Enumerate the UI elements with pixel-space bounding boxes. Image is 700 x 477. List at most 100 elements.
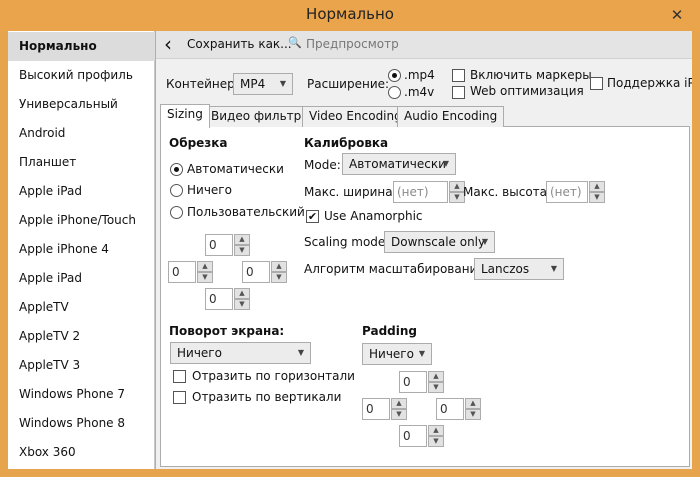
- preset-item[interactable]: Универсальный: [8, 90, 155, 119]
- markers-checkbox[interactable]: [452, 69, 465, 82]
- padding-select[interactable]: Ничего ▼: [362, 343, 432, 365]
- crop-auto-radio[interactable]: [170, 163, 183, 176]
- chevron-down-icon: ▼: [297, 348, 304, 357]
- chevron-down-icon: ▼: [442, 159, 449, 168]
- mode-label: Mode:: [304, 158, 341, 172]
- scaling-mode-value: Downscale only: [391, 235, 486, 249]
- tab-sizing[interactable]: Sizing: [160, 104, 210, 128]
- up-arrow-icon[interactable]: ▲: [271, 261, 287, 272]
- crop-left-value: 0: [172, 265, 180, 279]
- crop-top-value: 0: [209, 238, 217, 252]
- crop-title: Обрезка: [169, 136, 228, 150]
- crop-left-stepper[interactable]: 0 ▲ ▼: [168, 261, 213, 283]
- tab-video-encoding[interactable]: Video Encoding: [302, 106, 409, 127]
- preset-item[interactable]: Планшет: [8, 148, 155, 177]
- max-height-stepper[interactable]: (нет) ▲ ▼: [546, 181, 605, 203]
- crop-custom-radio[interactable]: [170, 206, 183, 219]
- back-icon[interactable]: ‹: [164, 31, 172, 57]
- preset-item[interactable]: Apple iPad: [8, 264, 155, 293]
- toolbar: ‹ Сохранить как... 🔍 Предпросмотр: [156, 31, 692, 59]
- flip-horizontal-checkbox[interactable]: [173, 370, 186, 383]
- preset-item[interactable]: Apple iPhone 4: [8, 235, 155, 264]
- preset-item[interactable]: Нормально: [8, 32, 155, 61]
- scaling-mode-select[interactable]: Downscale only ▼: [384, 231, 495, 253]
- padding-left-stepper[interactable]: 0 ▲ ▼: [362, 398, 407, 420]
- preset-item[interactable]: Apple iPhone/Touch: [8, 206, 155, 235]
- container-label: Контейнер:: [166, 77, 239, 91]
- tab-video-filters[interactable]: Видео фильтры: [204, 106, 318, 127]
- container-value: MP4: [240, 77, 266, 91]
- up-arrow-icon[interactable]: ▲: [465, 398, 481, 409]
- down-arrow-icon[interactable]: ▼: [428, 382, 444, 393]
- preset-item[interactable]: Высокий профиль: [8, 61, 155, 90]
- max-width-stepper[interactable]: (нет) ▲ ▼: [393, 181, 465, 203]
- padding-right-value: 0: [440, 402, 448, 416]
- crop-bottom-value: 0: [209, 292, 217, 306]
- web-opt-checkbox[interactable]: [452, 86, 465, 99]
- rotation-select[interactable]: Ничего ▼: [170, 342, 311, 364]
- crop-none-radio[interactable]: [170, 184, 183, 197]
- preset-item[interactable]: AppleTV: [8, 293, 155, 322]
- rotation-title: Поворот экрана:: [169, 324, 285, 338]
- preset-item[interactable]: Windows Phone 7: [8, 380, 155, 409]
- down-arrow-icon[interactable]: ▼: [589, 192, 605, 203]
- anamorphic-checkbox[interactable]: ✔: [306, 210, 319, 223]
- max-height-placeholder: (нет): [550, 185, 582, 199]
- down-arrow-icon[interactable]: ▼: [428, 436, 444, 447]
- padding-top-value: 0: [403, 375, 411, 389]
- algorithm-label: Алгоритм масштабирования:: [304, 262, 489, 276]
- crop-top-stepper[interactable]: 0 ▲ ▼: [205, 234, 250, 256]
- chevron-down-icon: ▼: [418, 349, 425, 358]
- window-title: Нормально: [306, 5, 394, 23]
- mode-select[interactable]: Автоматически ▼: [342, 153, 456, 175]
- chevron-down-icon: ▼: [279, 79, 286, 88]
- down-arrow-icon[interactable]: ▼: [197, 272, 213, 283]
- up-arrow-icon[interactable]: ▲: [234, 234, 250, 245]
- down-arrow-icon[interactable]: ▼: [271, 272, 287, 283]
- crop-custom-label: Пользовательский: [187, 205, 305, 219]
- max-width-label: Макс. ширина:: [304, 185, 397, 199]
- crop-right-stepper[interactable]: 0 ▲ ▼: [242, 261, 287, 283]
- up-arrow-icon[interactable]: ▲: [428, 371, 444, 382]
- preview-icon: 🔍: [288, 36, 302, 49]
- ext-mp4-label: .mp4: [404, 68, 435, 82]
- down-arrow-icon[interactable]: ▼: [465, 409, 481, 420]
- tab-audio-encoding[interactable]: Audio Encoding: [397, 106, 505, 127]
- flip-vertical-checkbox[interactable]: [173, 391, 186, 404]
- up-arrow-icon[interactable]: ▲: [428, 425, 444, 436]
- rotation-value: Ничего: [177, 346, 222, 360]
- preset-item[interactable]: AppleTV 3: [8, 351, 155, 380]
- up-arrow-icon[interactable]: ▲: [589, 181, 605, 192]
- preview-button[interactable]: Предпросмотр: [306, 37, 399, 51]
- up-arrow-icon[interactable]: ▲: [197, 261, 213, 272]
- padding-left-value: 0: [366, 402, 374, 416]
- flip-vertical-label: Отразить по вертикали: [192, 390, 342, 404]
- ext-mp4-radio[interactable]: [388, 69, 401, 82]
- preset-item[interactable]: Apple iPad: [8, 177, 155, 206]
- save-as-button[interactable]: Сохранить как...: [187, 37, 292, 51]
- preset-item[interactable]: Xbox 360: [8, 438, 155, 467]
- close-button[interactable]: ✕: [668, 6, 686, 24]
- down-arrow-icon[interactable]: ▼: [391, 409, 407, 420]
- crop-right-value: 0: [246, 265, 254, 279]
- padding-value: Ничего: [369, 347, 414, 361]
- ext-m4v-label: .m4v: [404, 85, 435, 99]
- padding-right-stepper[interactable]: 0 ▲ ▼: [436, 398, 481, 420]
- up-arrow-icon[interactable]: ▲: [234, 288, 250, 299]
- padding-top-stepper[interactable]: 0 ▲ ▼: [399, 371, 444, 393]
- down-arrow-icon[interactable]: ▼: [234, 299, 250, 310]
- ext-m4v-radio[interactable]: [388, 86, 401, 99]
- ipod-checkbox[interactable]: [590, 77, 603, 90]
- max-width-placeholder: (нет): [397, 185, 429, 199]
- preset-item[interactable]: Android: [8, 119, 155, 148]
- algorithm-select[interactable]: Lanczos ▼: [474, 258, 564, 280]
- up-arrow-icon[interactable]: ▲: [391, 398, 407, 409]
- chevron-down-icon: ▼: [481, 237, 488, 246]
- crop-bottom-stepper[interactable]: 0 ▲ ▼: [205, 288, 250, 310]
- preset-item[interactable]: AppleTV 2: [8, 322, 155, 351]
- padding-bottom-stepper[interactable]: 0 ▲ ▼: [399, 425, 444, 447]
- flip-horizontal-label: Отразить по горизонтали: [192, 369, 355, 383]
- down-arrow-icon[interactable]: ▼: [234, 245, 250, 256]
- container-select[interactable]: MP4 ▼: [233, 73, 293, 95]
- preset-item[interactable]: Windows Phone 8: [8, 409, 155, 438]
